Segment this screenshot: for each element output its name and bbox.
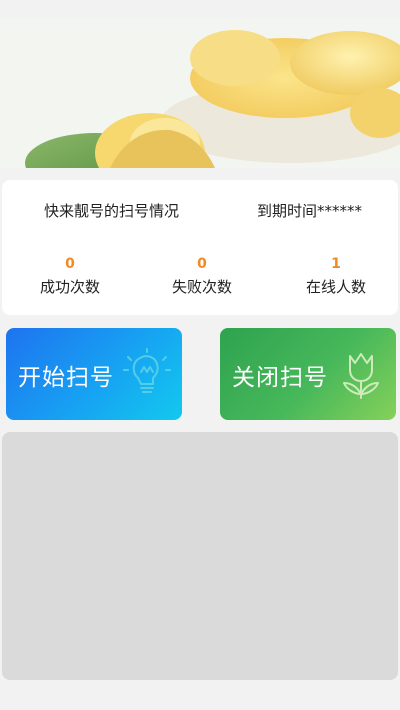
stop-scan-label: 关闭扫号 <box>232 365 328 391</box>
scan-status-card: 快来靓号的扫号情况 到期时间****** 0 成功次数 0 失败次数 1 在线人… <box>2 180 398 315</box>
stat-success-value: 0 <box>65 256 75 272</box>
scan-status-title: 快来靓号的扫号情况 <box>44 202 180 220</box>
tulip-icon <box>343 353 379 399</box>
expire-time: 到期时间****** <box>256 202 362 220</box>
stat-failure-value: 0 <box>197 256 207 272</box>
banner-carousel[interactable] <box>0 18 400 168</box>
stat-online: 1 在线人数 <box>276 254 396 297</box>
stat-success-label: 成功次数 <box>39 278 100 296</box>
start-scan-label: 开始扫号 <box>18 365 114 391</box>
stat-online-value: 1 <box>331 256 341 272</box>
stat-online-label: 在线人数 <box>305 278 366 296</box>
start-scan-button[interactable]: 开始扫号 <box>6 328 182 420</box>
stat-success: 0 成功次数 <box>10 254 130 297</box>
scan-log-panel[interactable] <box>2 432 398 680</box>
stat-failure-label: 失败次数 <box>171 278 232 296</box>
stat-failure: 0 失败次数 <box>142 254 262 297</box>
stop-scan-button[interactable]: 关闭扫号 <box>220 328 396 420</box>
banner-image <box>0 18 400 168</box>
lightbulb-icon <box>123 348 171 393</box>
